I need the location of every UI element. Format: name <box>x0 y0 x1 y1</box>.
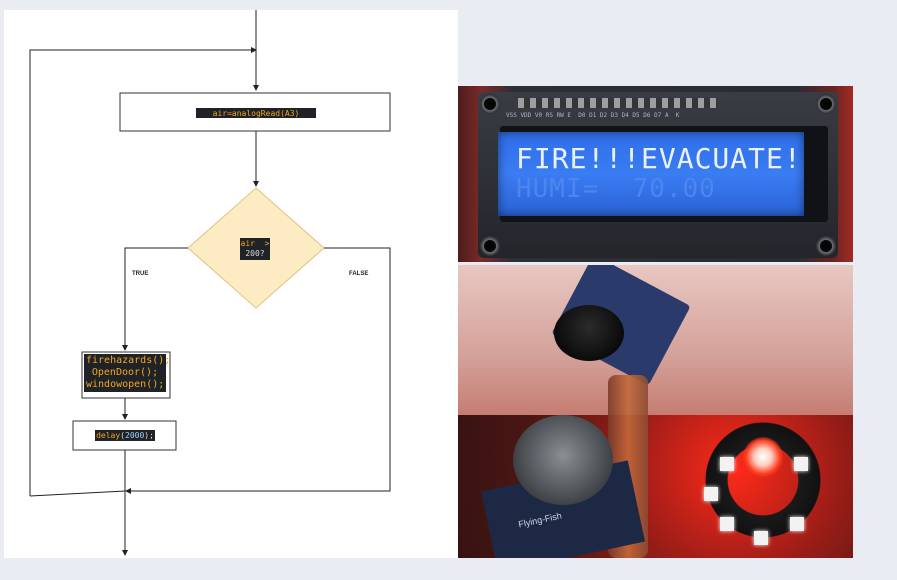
read-step-text: air=analogRead(A3) <box>212 108 300 118</box>
led-icon <box>704 487 718 501</box>
action-line-1: firehazards(); <box>86 355 171 366</box>
false-label: FALSE <box>349 271 369 277</box>
delay-code: delay(2000); <box>95 430 155 441</box>
led-ring <box>698 415 828 545</box>
true-label: TRUE <box>132 271 149 277</box>
delay-tail: ); <box>144 431 154 440</box>
buzzer-icon <box>554 305 624 361</box>
led-icon <box>794 457 808 471</box>
sensor-photo: Flying-Fish <box>458 265 853 558</box>
decision-line-1: air > <box>240 239 270 248</box>
mount-hole-bottom-right <box>816 236 836 256</box>
lcd-line-2: HUMI= 70.00 <box>516 174 716 204</box>
true-branch-line <box>122 247 188 351</box>
lcd-photo: VSS VDD V0 RS RW E D0 D1 D2 D3 D4 D5 D6 … <box>458 86 853 262</box>
action-line-3: windowopen(); <box>86 379 165 390</box>
read-step-code: air=analogRead(A3) <box>196 108 316 118</box>
decision-line-2: 200? <box>245 249 265 258</box>
led-icon <box>790 517 804 531</box>
decision-code: air > 200? <box>240 238 270 260</box>
mount-hole-bottom-left <box>480 236 500 256</box>
flowchart-diagram <box>29 10 391 556</box>
lcd-screen: FIRE!!!EVACUATE! HUMI= 70.00 <box>498 132 804 216</box>
mount-hole-top-right <box>816 94 836 114</box>
lcd-pin-labels: VSS VDD V0 RS RW E D0 D1 D2 D3 D4 D5 D6 … <box>506 112 680 119</box>
action-line-2: OpenDoor(); <box>91 367 159 378</box>
merge-to-loop-line <box>29 490 126 497</box>
gas-sensor-icon <box>513 415 613 505</box>
delay-fn: delay <box>96 431 121 440</box>
mount-hole-top-left <box>480 94 500 114</box>
led-icon <box>720 457 734 471</box>
flowchart-panel: air=analogRead(A3) air > 200? TRUE FALSE… <box>4 10 458 558</box>
led-icon <box>720 517 734 531</box>
delay-arg: 2000 <box>125 431 145 440</box>
action-code: firehazards(); OpenDoor(); windowopen(); <box>84 354 171 392</box>
lcd-line-1: FIRE!!!EVACUATE! <box>516 142 802 175</box>
led-glow <box>743 437 783 477</box>
lcd-header-pins <box>518 98 718 108</box>
led-icon <box>754 531 768 545</box>
